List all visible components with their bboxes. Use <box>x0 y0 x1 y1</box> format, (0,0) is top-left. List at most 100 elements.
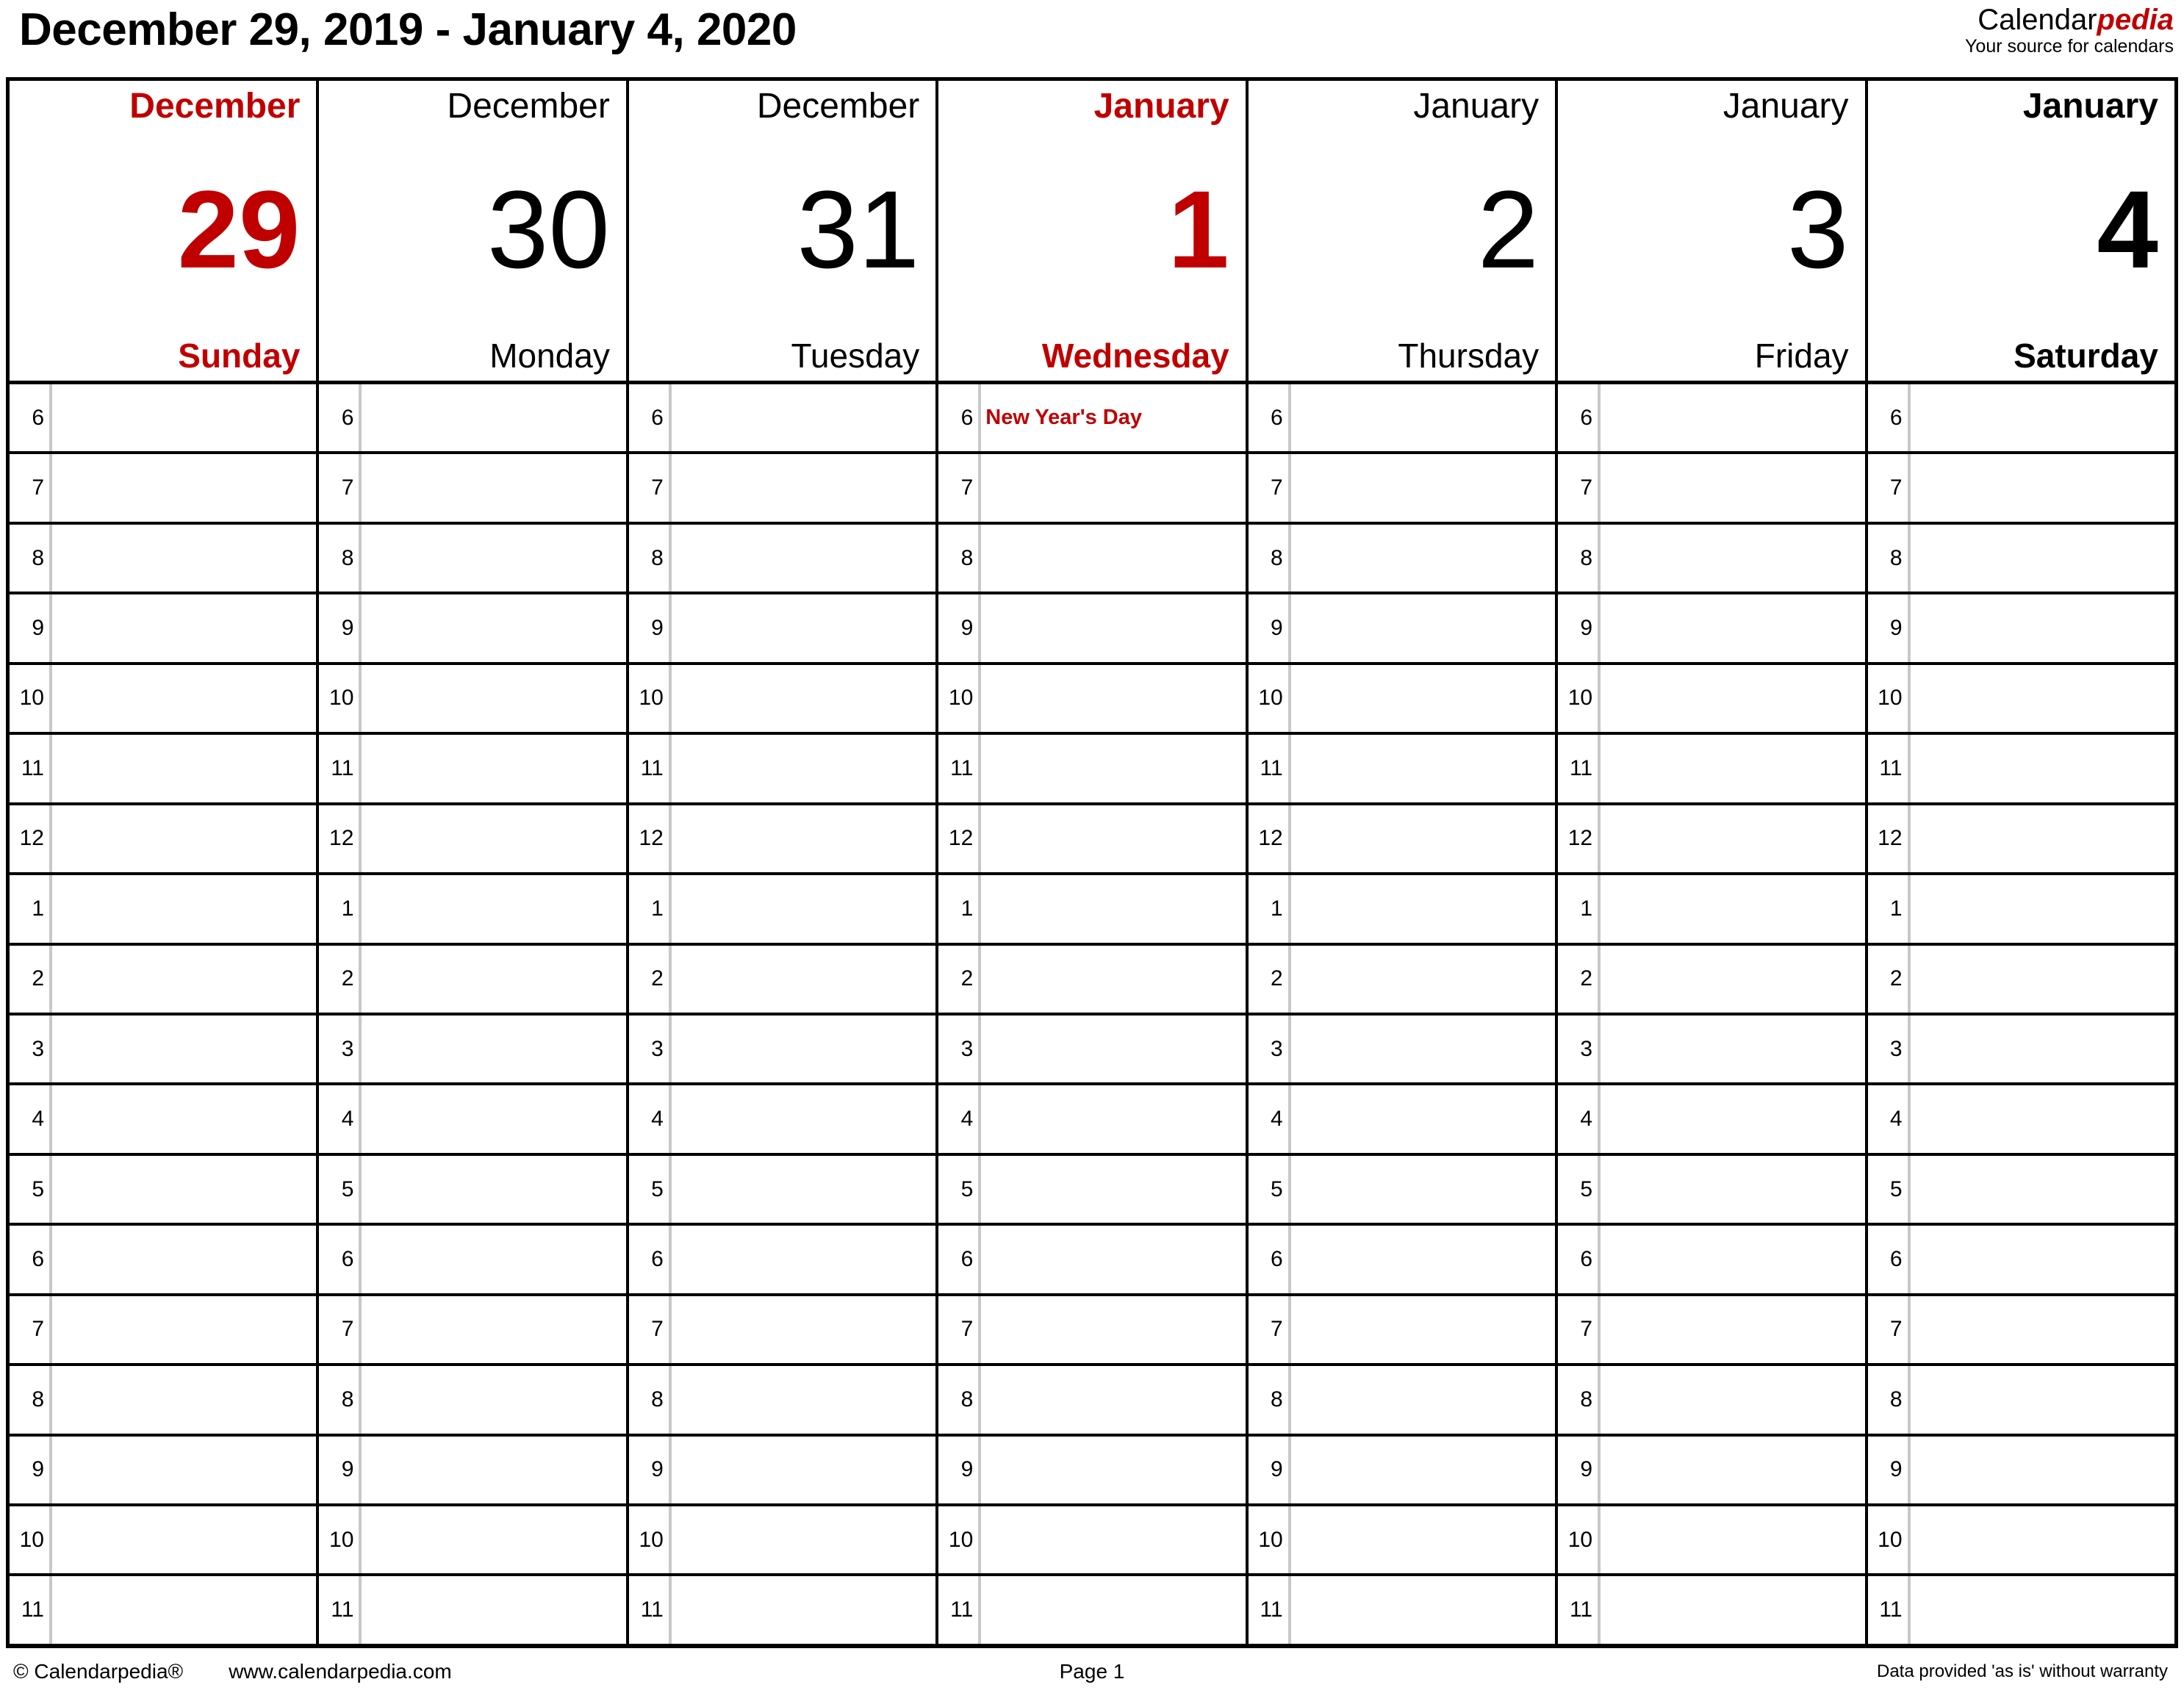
time-slot-cell[interactable]: 10 <box>319 664 629 733</box>
time-slot-writing-area[interactable] <box>49 1226 316 1293</box>
time-slot-cell[interactable]: 9 <box>319 594 629 662</box>
time-slot-writing-area[interactable] <box>49 875 316 943</box>
time-slot-writing-area[interactable] <box>1598 1155 1864 1223</box>
time-slot-writing-area[interactable] <box>978 875 1245 943</box>
time-slot-cell[interactable]: 4 <box>319 1085 629 1153</box>
time-slot-writing-area[interactable] <box>359 735 625 802</box>
time-slot-cell[interactable]: 8 <box>629 1366 939 1434</box>
time-slot-cell[interactable]: 7 <box>319 454 629 522</box>
time-slot-writing-area[interactable] <box>1907 1506 2174 1574</box>
time-slot-cell[interactable]: 10 <box>1868 664 2174 733</box>
time-slot-cell[interactable]: 9 <box>1558 594 1868 662</box>
time-slot-cell[interactable]: 1 <box>629 875 939 943</box>
time-slot-cell[interactable]: 10 <box>1249 1506 1559 1574</box>
time-slot-cell[interactable]: 7 <box>1558 1295 1868 1364</box>
time-slot-writing-area[interactable] <box>49 805 316 873</box>
time-slot-writing-area[interactable] <box>1287 1506 1555 1574</box>
time-slot-cell[interactable]: 3 <box>629 1015 939 1083</box>
time-slot-cell[interactable]: 10 <box>629 1506 939 1574</box>
time-slot-cell[interactable]: 5 <box>10 1155 320 1223</box>
time-slot-cell[interactable]: 6 <box>1249 384 1559 452</box>
time-slot-cell[interactable]: 7 <box>629 454 939 522</box>
time-slot-writing-area[interactable] <box>1287 1085 1555 1153</box>
time-slot-cell[interactable]: 10 <box>1558 1506 1868 1574</box>
time-slot-writing-area[interactable] <box>1287 945 1555 1013</box>
time-slot-cell[interactable]: 5 <box>629 1155 939 1223</box>
time-slot-writing-area[interactable] <box>49 1366 316 1434</box>
time-slot-cell[interactable]: 3 <box>319 1015 629 1083</box>
time-slot-writing-area[interactable] <box>1598 594 1864 662</box>
time-slot-writing-area[interactable] <box>668 384 935 452</box>
time-slot-cell[interactable]: 9 <box>1558 1436 1868 1503</box>
time-slot-cell[interactable]: 1 <box>1249 875 1559 943</box>
time-slot-cell[interactable]: 10 <box>938 1506 1249 1574</box>
time-slot-writing-area[interactable] <box>1287 1366 1555 1434</box>
time-slot-cell[interactable]: 5 <box>1558 1155 1868 1223</box>
time-slot-cell[interactable]: 10 <box>10 664 320 733</box>
time-slot-cell[interactable]: 7 <box>938 454 1249 522</box>
time-slot-cell[interactable]: 7 <box>10 454 320 522</box>
time-slot-cell[interactable]: 2 <box>1249 945 1559 1013</box>
time-slot-cell[interactable]: 8 <box>10 1366 320 1434</box>
time-slot-cell[interactable]: 1 <box>938 875 1249 943</box>
time-slot-cell[interactable]: 9 <box>1249 1436 1559 1503</box>
time-slot-writing-area[interactable] <box>1287 524 1555 592</box>
time-slot-writing-area[interactable] <box>978 1506 1245 1574</box>
time-slot-writing-area[interactable] <box>359 384 625 452</box>
time-slot-writing-area[interactable] <box>359 1085 625 1153</box>
time-slot-cell[interactable]: 6 <box>10 1226 320 1293</box>
time-slot-writing-area[interactable] <box>978 1366 1245 1434</box>
time-slot-cell[interactable]: 7 <box>1558 454 1868 522</box>
time-slot-writing-area[interactable] <box>1287 1226 1555 1293</box>
time-slot-cell[interactable]: 9 <box>1249 594 1559 662</box>
time-slot-writing-area[interactable] <box>978 1015 1245 1083</box>
time-slot-cell[interactable]: 5 <box>938 1155 1249 1223</box>
time-slot-writing-area[interactable] <box>978 1295 1245 1364</box>
time-slot-writing-area[interactable] <box>1907 1576 2174 1644</box>
time-slot-cell[interactable]: 11 <box>1868 1576 2174 1644</box>
time-slot-cell[interactable]: 4 <box>1868 1085 2174 1153</box>
time-slot-writing-area[interactable] <box>668 524 935 592</box>
time-slot-cell[interactable]: 10 <box>1249 664 1559 733</box>
time-slot-writing-area[interactable] <box>1598 875 1864 943</box>
time-slot-cell[interactable]: 7 <box>1249 1295 1559 1364</box>
time-slot-cell[interactable]: 9 <box>629 1436 939 1503</box>
time-slot-cell[interactable]: 3 <box>1249 1015 1559 1083</box>
time-slot-cell[interactable]: 11 <box>938 1576 1249 1644</box>
time-slot-cell[interactable]: 2 <box>629 945 939 1013</box>
time-slot-writing-area[interactable] <box>1598 1576 1864 1644</box>
time-slot-writing-area[interactable] <box>668 1295 935 1364</box>
time-slot-writing-area[interactable] <box>1598 805 1864 873</box>
time-slot-writing-area[interactable] <box>1287 1576 1555 1644</box>
time-slot-cell[interactable]: 8 <box>938 524 1249 592</box>
time-slot-cell[interactable]: 1 <box>10 875 320 943</box>
time-slot-writing-area[interactable] <box>1907 1295 2174 1364</box>
time-slot-writing-area[interactable] <box>1907 805 2174 873</box>
time-slot-cell[interactable]: 7 <box>938 1295 1249 1364</box>
time-slot-cell[interactable]: 6 <box>319 384 629 452</box>
time-slot-writing-area[interactable] <box>359 805 625 873</box>
time-slot-writing-area[interactable] <box>1287 384 1555 452</box>
time-slot-writing-area[interactable] <box>1907 875 2174 943</box>
time-slot-writing-area[interactable] <box>668 805 935 873</box>
time-slot-writing-area[interactable] <box>1287 594 1555 662</box>
time-slot-cell[interactable]: 1 <box>1558 875 1868 943</box>
time-slot-cell[interactable]: 7 <box>1249 454 1559 522</box>
time-slot-writing-area[interactable] <box>49 1155 316 1223</box>
time-slot-cell[interactable]: 12 <box>1868 805 2174 873</box>
time-slot-cell[interactable]: 2 <box>938 945 1249 1013</box>
time-slot-cell[interactable]: 12 <box>1249 805 1559 873</box>
time-slot-writing-area[interactable] <box>668 664 935 733</box>
time-slot-cell[interactable]: 10 <box>10 1506 320 1574</box>
time-slot-cell[interactable]: 11 <box>319 1576 629 1644</box>
time-slot-writing-area[interactable] <box>978 1155 1245 1223</box>
time-slot-writing-area[interactable] <box>359 1576 625 1644</box>
time-slot-cell[interactable]: 6 <box>1249 1226 1559 1293</box>
time-slot-cell[interactable]: 6 <box>1868 1226 2174 1293</box>
time-slot-cell[interactable]: 11 <box>938 735 1249 802</box>
time-slot-writing-area[interactable] <box>359 875 625 943</box>
time-slot-cell[interactable]: 3 <box>1868 1015 2174 1083</box>
time-slot-cell[interactable]: 9 <box>629 594 939 662</box>
time-slot-writing-area[interactable] <box>359 1436 625 1503</box>
time-slot-cell[interactable]: 11 <box>629 735 939 802</box>
